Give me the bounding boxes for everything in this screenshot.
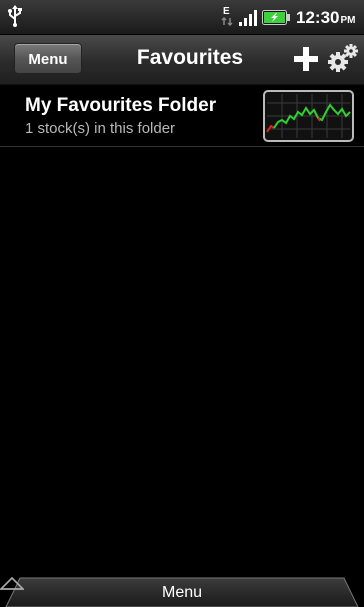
- edge-data-icon: E: [221, 6, 233, 27]
- signal-icon: [239, 10, 257, 26]
- folder-name: My Favourites Folder: [25, 95, 217, 116]
- bottom-menu-label: Menu: [161, 584, 203, 601]
- svg-text:E: E: [223, 6, 230, 17]
- battery-icon: [262, 10, 290, 25]
- screen: E 12:30PM Menu Favourites My Favourites …: [0, 0, 364, 607]
- stock-chart-icon: [263, 90, 354, 142]
- menu-button[interactable]: Menu: [14, 43, 82, 74]
- folder-stock-count: 1 stock(s) in this folder: [25, 120, 176, 137]
- title-bar: Menu Favourites: [0, 35, 364, 85]
- usb-icon: [8, 5, 22, 27]
- list-item[interactable]: My Favourites Folder 1 stock(s) in this …: [0, 85, 364, 147]
- chevron-up-icon: [0, 577, 24, 590]
- gear-icon[interactable]: [327, 43, 359, 73]
- bottom-menu-bar[interactable]: Menu: [0, 577, 364, 607]
- plus-icon[interactable]: [294, 47, 318, 71]
- clock: 12:30PM: [296, 8, 356, 27]
- page-title: Favourites: [136, 46, 244, 69]
- folder-list: My Favourites Folder 1 stock(s) in this …: [0, 85, 364, 147]
- status-bar: E 12:30PM: [0, 0, 364, 35]
